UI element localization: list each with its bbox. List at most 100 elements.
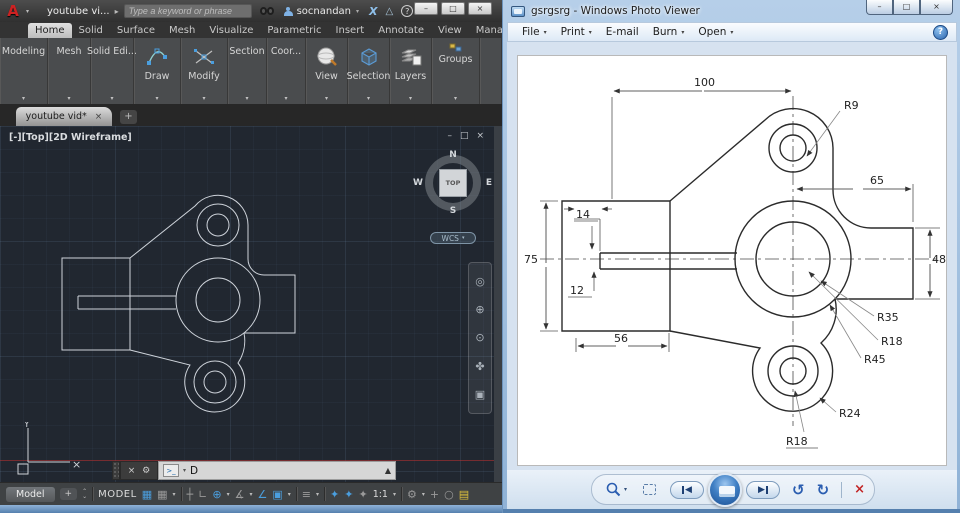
isodraft-icon[interactable]: ∡	[235, 488, 245, 501]
new-file-tab-button[interactable]: +	[120, 110, 137, 124]
menu-file[interactable]: File ▾	[522, 26, 547, 38]
zoom-dropdown-icon[interactable]: ▾	[624, 486, 627, 493]
command-line[interactable]: × ⚙ >_ ▾ D ▲	[112, 461, 396, 480]
tab-view[interactable]: View	[431, 23, 469, 38]
isolate-objects-icon[interactable]: +	[430, 488, 439, 501]
pan-icon[interactable]: ⊕	[475, 303, 484, 316]
search-input[interactable]	[124, 4, 252, 18]
layout-chevrons-icon[interactable]: ⌃⌄	[82, 489, 87, 499]
user-avatar-icon[interactable]	[284, 7, 293, 16]
annotation-scale-value[interactable]: 1:1	[373, 489, 388, 500]
drawing-canvas[interactable]: [-][Top][2D Wireframe] – □ × N S W E TOP…	[0, 126, 494, 482]
panel-dropdown-icon[interactable]: ▾	[284, 95, 287, 102]
grid-dropdown-icon[interactable]: ▾	[173, 491, 176, 498]
tab-annotate[interactable]: Annotate	[371, 23, 431, 38]
annotation-visibility-icon[interactable]: ✦	[330, 488, 339, 501]
panel-dropdown-icon[interactable]: ▾	[454, 95, 457, 102]
next-button[interactable]: ▶	[746, 481, 780, 499]
model-layout-tab[interactable]: Model	[6, 487, 55, 502]
panel-section[interactable]: Section ▾	[228, 38, 267, 104]
annotation-scale-icon[interactable]: ✦	[358, 488, 367, 501]
help-button[interactable]: ?	[933, 25, 948, 40]
user-dropdown-icon[interactable]: ▾	[356, 8, 359, 15]
panel-dropdown-icon[interactable]: ▾	[245, 95, 248, 102]
panel-dropdown-icon[interactable]: ▾	[202, 95, 205, 102]
panel-dropdown-icon[interactable]: ▾	[67, 95, 70, 102]
autocad-logo-icon[interactable]: A	[0, 1, 26, 21]
command-history-icon[interactable]: ▲	[385, 466, 391, 475]
panel-coordinates[interactable]: Coor... ▾	[267, 38, 306, 104]
command-dropdown-icon[interactable]: ▾	[183, 467, 186, 474]
tab-home[interactable]: Home	[28, 23, 72, 38]
panel-view[interactable]: View ▾	[306, 38, 348, 104]
photo-image[interactable]: 100 R9 65 75 14 12 56 48 R35 R18 R45 R24…	[517, 55, 947, 466]
polar-tracking-icon[interactable]: ⊕	[212, 488, 221, 501]
previous-button[interactable]: ◀	[670, 481, 704, 499]
zoom-icon[interactable]: ⊙	[475, 331, 484, 344]
search-binoculars-icon[interactable]	[260, 7, 274, 15]
rotate-clockwise-button[interactable]: ↻	[817, 481, 830, 499]
command-grip[interactable]	[112, 461, 120, 480]
panel-dropdown-icon[interactable]: ▾	[325, 95, 328, 102]
command-customize-icon[interactable]: ⚙	[142, 466, 150, 476]
object-snap-icon[interactable]: ▣	[272, 488, 282, 501]
tab-mesh[interactable]: Mesh	[162, 23, 202, 38]
viewcube-top-face[interactable]: TOP	[439, 169, 467, 197]
polar-dropdown-icon[interactable]: ▾	[227, 491, 230, 498]
menu-print[interactable]: Print ▾	[561, 26, 592, 38]
panel-layers[interactable]: Layers ▾	[390, 38, 432, 104]
object-snap-tracking-icon[interactable]: ∠	[258, 488, 268, 501]
qat-expand-icon[interactable]: ▸	[115, 7, 119, 16]
viewport-close-icon[interactable]: ×	[476, 131, 484, 141]
tab-solid[interactable]: Solid	[72, 23, 110, 38]
zoom-button[interactable]: ▾	[606, 482, 627, 497]
panel-mesh[interactable]: Mesh ▾	[48, 38, 91, 104]
panel-selection[interactable]: Selection ▾	[348, 38, 390, 104]
help-icon[interactable]: ?	[401, 5, 413, 17]
tab-parametric[interactable]: Parametric	[260, 23, 328, 38]
ortho-mode-icon[interactable]: ∟	[198, 488, 207, 501]
panel-dropdown-icon[interactable]: ▾	[110, 95, 113, 102]
command-input-area[interactable]: >_ ▾ D ▲	[158, 461, 396, 480]
tab-visualize[interactable]: Visualize	[202, 23, 260, 38]
play-slideshow-button[interactable]	[708, 473, 742, 507]
new-layout-button[interactable]: +	[60, 488, 78, 500]
command-close-icon[interactable]: ×	[128, 466, 136, 476]
wcs-menu[interactable]: WCS ▾	[430, 232, 476, 244]
viewport-minimize-icon[interactable]: –	[447, 131, 452, 141]
osnap-dropdown-icon[interactable]: ▾	[288, 491, 291, 498]
viewcube-north[interactable]: N	[449, 150, 457, 160]
menu-open[interactable]: Open ▾	[698, 26, 733, 38]
viewcube-east[interactable]: E	[486, 178, 492, 188]
panel-solid-editing[interactable]: Solid Edi... ▾	[91, 38, 134, 104]
panel-dropdown-icon[interactable]: ▾	[22, 95, 25, 102]
menu-burn[interactable]: Burn ▾	[653, 26, 685, 38]
menu-email[interactable]: E-mail	[606, 26, 639, 38]
close-button[interactable]: ×	[920, 0, 953, 15]
minimize-button[interactable]: –	[414, 2, 438, 15]
viewport-restore-icon[interactable]: □	[460, 131, 469, 141]
panel-modeling[interactable]: Modeling ▾	[0, 38, 48, 104]
viewport-label[interactable]: [-][Top][2D Wireframe]	[9, 132, 132, 143]
nav-wheel-icon[interactable]: ◎	[475, 275, 485, 288]
panel-dropdown-icon[interactable]: ▾	[367, 95, 370, 102]
performance-icon[interactable]: ▤	[459, 488, 469, 501]
close-button[interactable]: ×	[468, 2, 492, 15]
model-space-label[interactable]: MODEL	[98, 489, 137, 500]
grid-display-icon[interactable]: ▦	[157, 488, 167, 501]
username[interactable]: socnandan	[297, 6, 351, 17]
lineweight-icon[interactable]: ≡	[302, 488, 311, 501]
tab-insert[interactable]: Insert	[329, 23, 372, 38]
panel-dropdown-icon[interactable]: ▾	[409, 95, 412, 102]
tab-surface[interactable]: Surface	[110, 23, 162, 38]
viewcube-west[interactable]: W	[413, 178, 423, 188]
panel-draw[interactable]: Draw ▾	[134, 38, 181, 104]
rotate-counterclockwise-button[interactable]: ↺	[792, 481, 805, 499]
clean-screen-icon[interactable]: ○	[444, 488, 454, 501]
a360-icon[interactable]: △	[386, 6, 394, 17]
lineweight-dropdown-icon[interactable]: ▾	[316, 491, 319, 498]
panel-modify[interactable]: Modify ▾	[181, 38, 228, 104]
viewcube[interactable]: N S W E TOP	[422, 152, 484, 214]
command-input-value[interactable]: D	[190, 465, 198, 477]
file-tab[interactable]: youtube vid* ×	[16, 107, 112, 126]
